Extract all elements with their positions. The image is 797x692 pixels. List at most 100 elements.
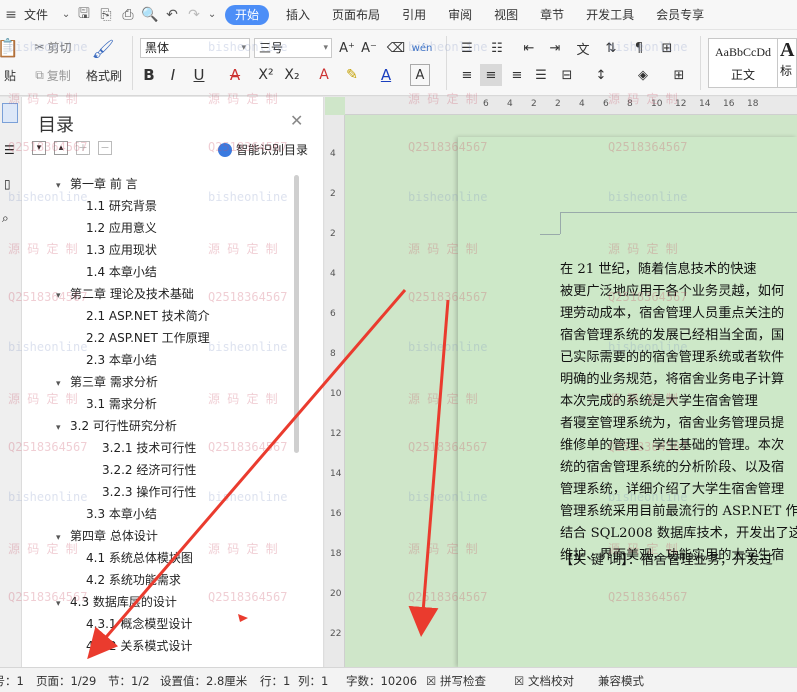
smart-toc-button[interactable]: 智能识别目录 — [218, 141, 308, 158]
toc-item[interactable]: 1.2 应用意义 — [72, 218, 157, 238]
underline-icon[interactable]: U — [188, 64, 210, 86]
tab-start[interactable]: 开始 — [225, 4, 270, 25]
font-name-select[interactable]: 黑体 ▾ — [140, 38, 250, 58]
tab-references[interactable]: 引用 — [391, 0, 437, 30]
bold-icon[interactable]: B — [140, 64, 158, 86]
chevron-down-icon[interactable]: ▾ — [56, 528, 70, 548]
increase-indent-icon[interactable]: ⇥ — [544, 38, 566, 58]
toc-item[interactable]: 1.1 研究背景 — [72, 196, 157, 216]
borders-icon[interactable]: ⊞ — [656, 38, 678, 58]
toc-item[interactable]: ▾ 3.2 可行性研究分析 — [56, 416, 177, 436]
hamburger-icon[interactable]: ≡ — [0, 0, 22, 30]
undo-icon[interactable]: ↶ — [161, 0, 183, 30]
style-normal[interactable]: AaBbCcDd 正文 — [708, 38, 778, 88]
bullet-list-icon[interactable]: ☰ — [456, 38, 478, 58]
italic-icon[interactable]: I — [164, 64, 182, 86]
export-icon[interactable]: ⎘ — [95, 0, 117, 30]
show-marks-icon[interactable]: ¶ — [628, 38, 650, 58]
chevron-down-icon[interactable]: ⌄ — [205, 0, 219, 30]
font-size-select[interactable]: 三号 ▾ — [254, 38, 332, 58]
menu-file[interactable]: 文件 — [22, 0, 59, 30]
toc-item[interactable]: 3.2.2 经济可行性 — [88, 460, 196, 480]
toc-item[interactable]: ▾ 第二章 理论及技术基础 — [56, 284, 194, 304]
toc-nav-icon[interactable] — [2, 103, 18, 123]
phonetic-icon[interactable]: wén — [412, 38, 433, 58]
shrink-font-icon[interactable]: A⁻ — [360, 38, 378, 58]
chevron-down-icon[interactable]: ▾ — [56, 176, 70, 196]
toc-item[interactable]: 4.3.2 关系模式设计 — [72, 636, 192, 656]
text-effect-icon[interactable]: A — [314, 64, 334, 86]
grow-font-icon[interactable]: A⁺ — [338, 38, 356, 58]
toc-scrollbar[interactable] — [294, 175, 299, 453]
distributed-icon[interactable]: ⊟ — [556, 64, 578, 86]
toc-item[interactable]: 3.1 需求分析 — [72, 394, 157, 414]
numbered-list-icon[interactable]: ☷ — [486, 38, 508, 58]
doc-proof-button[interactable]: ☒ 文档校对 — [514, 673, 574, 689]
paste-label[interactable]: 贴 — [0, 66, 20, 84]
toc-item[interactable]: ▾ 第三章 需求分析 — [56, 372, 158, 392]
close-icon[interactable]: ✕ — [290, 111, 303, 130]
chevron-down-icon[interactable]: ▾ — [56, 418, 70, 438]
font-color-icon[interactable]: A — [376, 64, 396, 86]
toc-item[interactable]: 2.2 ASP.NET 工作原理 — [72, 328, 210, 348]
status-words[interactable]: 字数：10206 — [346, 673, 417, 689]
toc-item[interactable]: 1.3 应用现状 — [72, 240, 157, 260]
clear-format-icon[interactable]: ⌫ — [386, 38, 406, 58]
tab-review[interactable]: 审阅 — [437, 0, 483, 30]
toc-item[interactable]: 2.3 本章小结 — [72, 350, 157, 370]
char-border-icon[interactable]: A — [410, 64, 430, 86]
chevron-down-icon[interactable]: ⌄ — [59, 0, 73, 30]
chevron-down-icon[interactable]: ▾ — [56, 286, 70, 306]
align-left-icon[interactable]: ≡ — [456, 64, 478, 86]
shading-icon[interactable]: ◈ — [632, 64, 654, 86]
toc-item[interactable]: 1.4 本章小结 — [72, 262, 157, 282]
superscript-icon[interactable]: X² — [256, 64, 276, 86]
toc-item[interactable]: ▾ 4.3 数据库层的设计 — [56, 592, 177, 612]
toc-item[interactable]: 3.2.3 操作可行性 — [88, 482, 196, 502]
align-right-icon[interactable]: ≡ — [506, 64, 528, 86]
tab-member[interactable]: 会员专享 — [645, 0, 715, 30]
sort-icon[interactable]: ⇅ — [600, 38, 622, 58]
copy-button[interactable]: ⧉ 复制 — [30, 66, 76, 84]
table-border-icon[interactable]: ⊞ — [668, 64, 690, 86]
expand-all-icon[interactable]: ▴ — [54, 141, 68, 155]
subscript-icon[interactable]: X₂ — [282, 64, 302, 86]
tab-page-layout[interactable]: 页面布局 — [321, 0, 391, 30]
paste-icon[interactable]: 📋 — [0, 34, 19, 62]
toc-item[interactable]: 4.3.1 概念模型设计 — [72, 614, 192, 634]
add-heading-icon[interactable]: + — [76, 141, 90, 155]
tab-view[interactable]: 视图 — [483, 0, 529, 30]
toc-item[interactable]: 4.1 系统总体模块图 — [72, 548, 193, 568]
remove-heading-icon[interactable]: − — [98, 141, 112, 155]
outline-icon[interactable]: ☰ — [4, 143, 15, 157]
toc-item[interactable]: 3.3 本章小结 — [72, 504, 157, 524]
toc-item[interactable]: 4.2 系统功能需求 — [72, 570, 181, 590]
line-spacing-icon[interactable]: ↕ — [590, 64, 612, 86]
vertical-ruler[interactable]: 4 2 2 4 6 8 10 12 14 16 18 20 22 — [325, 115, 345, 667]
tab-developer[interactable]: 开发工具 — [575, 0, 645, 30]
toc-item[interactable]: 3.2.1 技术可行性 — [88, 438, 196, 458]
redo-icon[interactable]: ↷ — [183, 0, 205, 30]
horizontal-ruler[interactable]: 6 4 2 2 4 6 8 10 12 14 16 18 — [345, 97, 797, 115]
print-icon[interactable]: ⎙ — [117, 0, 139, 30]
status-page[interactable]: 页面：1/29 — [36, 673, 96, 689]
chevron-down-icon[interactable]: ▾ — [56, 594, 70, 614]
bookmark-icon[interactable]: ▯ — [4, 177, 11, 191]
print-preview-icon[interactable]: 🔍 — [139, 0, 161, 30]
toc-item[interactable]: 2.1 ASP.NET 技术简介 — [72, 306, 210, 326]
chinese-layout-icon[interactable]: 文 — [572, 38, 594, 58]
justify-icon[interactable]: ☰ — [530, 64, 552, 86]
collapse-all-icon[interactable]: ▾ — [32, 141, 46, 155]
search-icon[interactable]: ⌕ — [2, 211, 9, 226]
cut-button[interactable]: ✂ 剪切 — [30, 38, 76, 56]
style-heading[interactable]: A 标 — [778, 38, 797, 88]
toc-item[interactable]: ▾ 第一章 前 言 — [56, 174, 138, 194]
spell-check-button[interactable]: ☒ 拼写检查 — [426, 673, 486, 689]
highlight-icon[interactable]: ✎ — [342, 64, 362, 86]
strikethrough-icon[interactable]: A — [224, 64, 246, 86]
tab-chapter[interactable]: 章节 — [529, 0, 575, 30]
tab-insert[interactable]: 插入 — [275, 0, 321, 30]
chevron-down-icon[interactable]: ▾ — [56, 374, 70, 394]
decrease-indent-icon[interactable]: ⇤ — [518, 38, 540, 58]
align-center-icon[interactable]: ≡ — [480, 64, 502, 86]
